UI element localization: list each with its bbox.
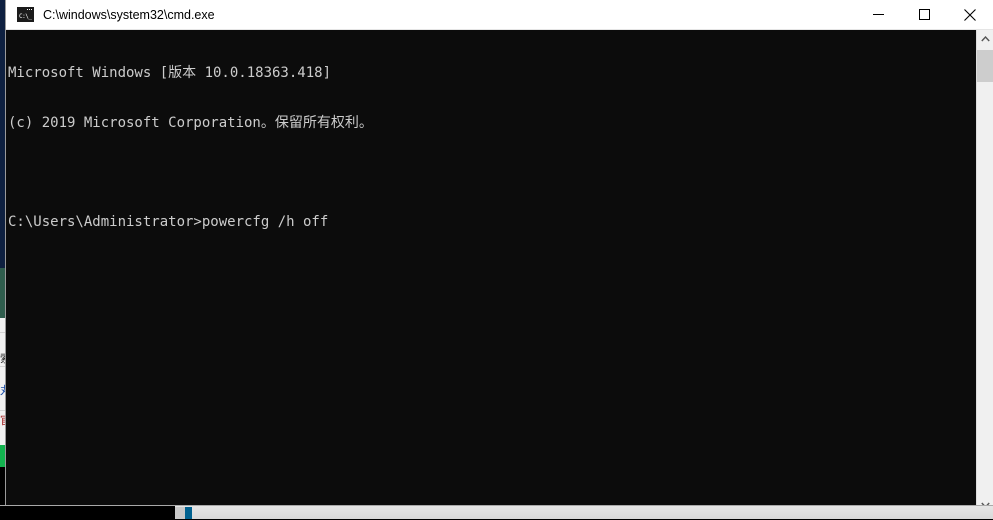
taskbar[interactable]: [0, 505, 993, 520]
console-output-area[interactable]: Microsoft Windows [版本 10.0.18363.418] (c…: [6, 30, 993, 513]
window-title: C:\windows\system32\cmd.exe: [43, 7, 215, 22]
taskbar-dark-region: [0, 506, 175, 520]
close-button[interactable]: [947, 0, 993, 30]
console-line-command: C:\Users\Administrator>powercfg /h off: [8, 213, 329, 230]
taskbar-button[interactable]: [175, 507, 185, 519]
window-controls: [855, 0, 993, 30]
chevron-up-icon: [980, 35, 990, 41]
taskbar-button-active[interactable]: [185, 507, 192, 519]
minimize-icon: [872, 14, 884, 15]
minimize-button[interactable]: [855, 0, 901, 30]
maximize-button[interactable]: [901, 0, 947, 30]
scrollbar-thumb[interactable]: [977, 50, 993, 82]
close-icon: [964, 8, 976, 21]
console-text: Microsoft Windows [版本 10.0.18363.418] (c…: [8, 32, 373, 263]
scrollbar-track[interactable]: [977, 47, 993, 496]
scroll-up-arrow[interactable]: [977, 30, 993, 47]
cmd-window[interactable]: C:\_ C:\windows\system32\cmd.exe Microso…: [6, 0, 993, 513]
console-line: Microsoft Windows [版本 10.0.18363.418]: [8, 65, 332, 81]
icon-prompt-glyph: C:\_: [18, 12, 33, 21]
maximize-icon: [918, 9, 930, 20]
cmd-exe-icon: C:\_: [17, 7, 34, 22]
window-titlebar[interactable]: C:\_ C:\windows\system32\cmd.exe: [6, 0, 993, 30]
console-line: (c) 2019 Microsoft Corporation。保留所有权利。: [8, 114, 373, 131]
vertical-scrollbar[interactable]: [976, 30, 993, 513]
